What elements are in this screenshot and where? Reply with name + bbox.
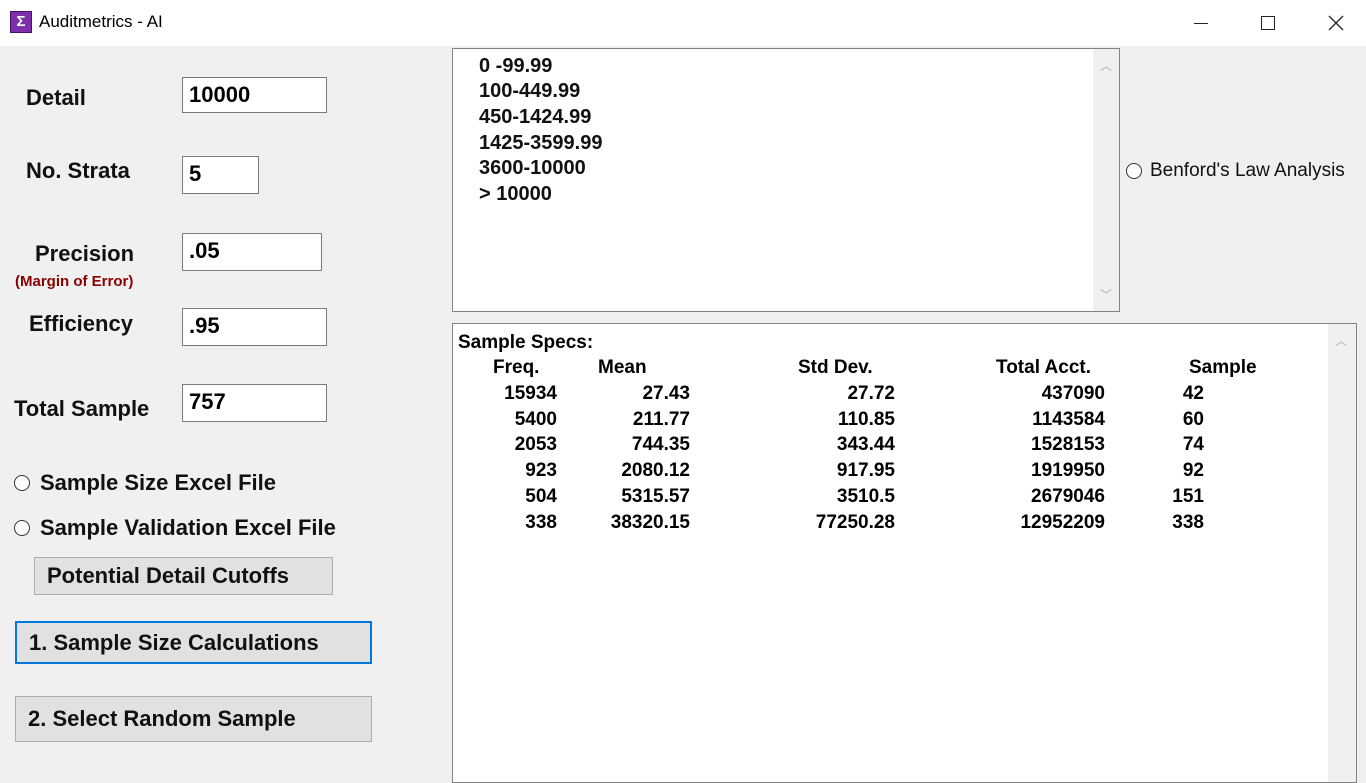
sigma-app-icon: Σ	[10, 11, 32, 33]
specs-title: Sample Specs:	[458, 332, 594, 353]
precision-note: (Margin of Error)	[15, 273, 134, 290]
table-cell-mean: 27.43	[642, 383, 690, 404]
vertical-scrollbar[interactable]: ︿	[1328, 324, 1356, 782]
column-header-total-acct: Total Acct.	[996, 357, 1092, 378]
precision-label: Precision	[35, 241, 135, 266]
list-item[interactable]: > 10000	[479, 183, 552, 206]
table-cell-sample: 338	[1172, 511, 1204, 533]
table-cell-std-dev: 917.95	[836, 460, 895, 482]
close-icon[interactable]	[1305, 4, 1365, 42]
list-item[interactable]: 450-1424.99	[479, 106, 591, 129]
column-header-sample: Sample	[1189, 357, 1257, 378]
table-cell-freq: 923	[525, 460, 557, 482]
table-cell-total-acct: 437090	[1041, 383, 1105, 404]
column-header-freq: Freq.	[493, 357, 540, 378]
window-title: Auditmetrics - AI	[39, 12, 163, 31]
table-cell-sample: 42	[1182, 383, 1204, 404]
efficiency-label: Efficiency	[29, 311, 133, 336]
radio-button-icon[interactable]	[14, 520, 30, 536]
table-cell-mean: 211.77	[632, 408, 690, 430]
select-random-sample-button[interactable]: 2. Select Random Sample	[15, 696, 372, 742]
total-sample-input[interactable]: 757	[182, 384, 327, 422]
vertical-scrollbar[interactable]: ︿ ﹀	[1093, 49, 1119, 311]
table-cell-total-acct: 1143584	[1032, 408, 1105, 430]
table-cell-mean: 744.35	[631, 434, 690, 456]
list-item[interactable]: 100-449.99	[479, 80, 580, 103]
table-cell-freq: 338	[525, 511, 557, 533]
sample-size-excel-option[interactable]: Sample Size Excel File	[14, 470, 276, 496]
chevron-up-icon[interactable]: ︿	[1335, 332, 1347, 349]
table-cell-std-dev: 27.72	[847, 383, 895, 404]
table-cell-sample: 74	[1182, 434, 1204, 456]
table-cell-freq: 2053	[514, 434, 557, 456]
table-cell-std-dev: 77250.28	[815, 511, 895, 533]
minimize-icon[interactable]	[1170, 4, 1230, 42]
table-cell-sample: 92	[1182, 460, 1204, 482]
sample-specs-output[interactable]: Sample Specs: Freq. Mean Std Dev. Total …	[452, 323, 1357, 783]
efficiency-input[interactable]: .95	[182, 308, 327, 346]
sample-size-calculations-button[interactable]: 1. Sample Size Calculations	[15, 621, 372, 664]
table-cell-freq: 504	[525, 485, 557, 507]
table-cell-sample: 60	[1182, 408, 1204, 430]
table-cell-std-dev: 343.44	[836, 434, 895, 456]
list-item[interactable]: 1425-3599.99	[479, 132, 602, 155]
benford-analysis-label: Benford's Law Analysis	[1150, 160, 1345, 181]
sample-size-excel-label: Sample Size Excel File	[40, 470, 277, 495]
table-cell-mean: 2080.12	[621, 460, 690, 482]
table-cell-total-acct: 1919950	[1031, 460, 1105, 482]
table-cell-total-acct: 2679046	[1031, 485, 1105, 507]
maximize-icon[interactable]	[1237, 4, 1297, 42]
title-bar: Σ Auditmetrics - AI	[0, 0, 1366, 46]
table-cell-total-acct: 12952209	[1020, 511, 1105, 533]
potential-detail-cutoffs-button[interactable]: Potential Detail Cutoffs	[34, 557, 333, 595]
table-cell-freq: 15934	[504, 383, 557, 404]
column-header-std-dev: Std Dev.	[798, 357, 873, 378]
precision-input[interactable]: .05	[182, 233, 322, 271]
detail-label: Detail	[26, 85, 86, 110]
list-item[interactable]: 3600-10000	[479, 157, 586, 180]
column-header-mean: Mean	[598, 357, 647, 378]
strata-label: No. Strata	[26, 158, 130, 183]
table-cell-mean: 5315.57	[621, 485, 690, 507]
strata-input[interactable]: 5	[182, 156, 259, 194]
strata-ranges-list[interactable]: 0 -99.99 100-449.99 450-1424.99 1425-359…	[452, 48, 1120, 312]
chevron-down-icon[interactable]: ﹀	[1100, 286, 1112, 303]
radio-button-icon[interactable]	[14, 475, 30, 491]
table-cell-total-acct: 1528153	[1031, 434, 1105, 456]
table-cell-sample: 151	[1172, 485, 1204, 507]
list-item[interactable]: 0 -99.99	[479, 55, 552, 78]
chevron-up-icon[interactable]: ︿	[1100, 57, 1112, 74]
sample-validation-excel-option[interactable]: Sample Validation Excel File	[14, 515, 336, 541]
sample-validation-excel-label: Sample Validation Excel File	[40, 515, 336, 540]
radio-button-icon[interactable]	[1126, 163, 1142, 179]
detail-input[interactable]: 10000	[182, 77, 327, 113]
benford-analysis-option[interactable]: Benford's Law Analysis	[1126, 160, 1345, 182]
table-cell-mean: 38320.15	[610, 511, 690, 533]
table-cell-std-dev: 110.85	[837, 408, 895, 430]
total-sample-label: Total Sample	[14, 396, 150, 421]
table-cell-freq: 5400	[514, 408, 557, 430]
table-cell-std-dev: 3510.5	[836, 485, 895, 507]
